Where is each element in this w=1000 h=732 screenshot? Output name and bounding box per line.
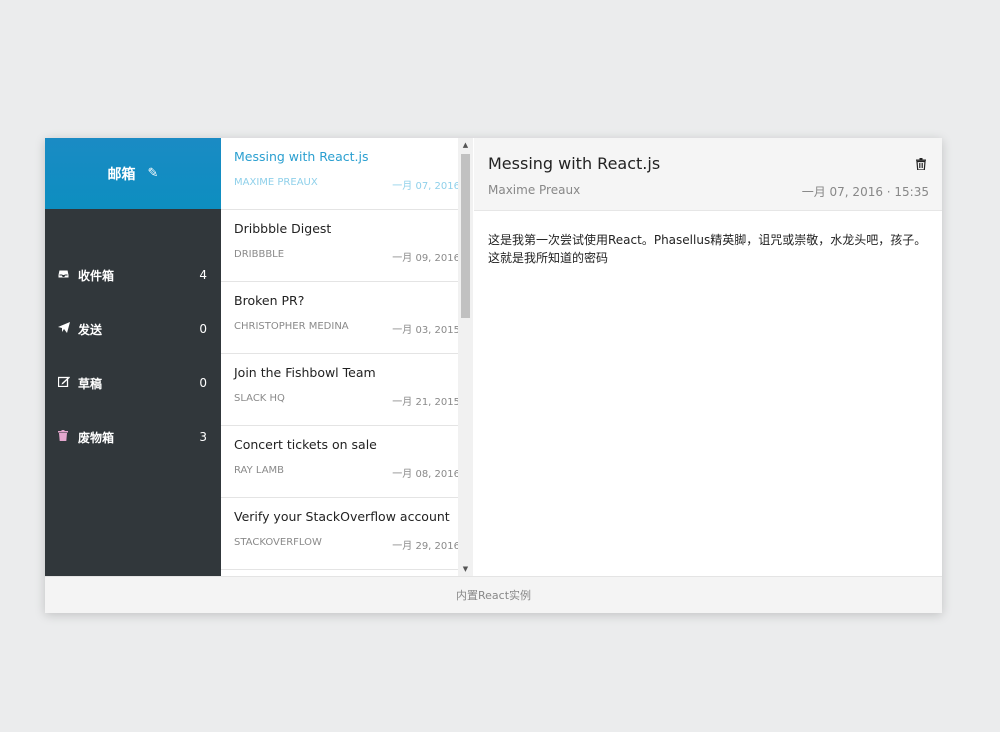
sidebar-item-sent[interactable]: 发送 0 xyxy=(45,302,221,356)
inbox-icon xyxy=(57,268,78,282)
message-list: Messing with React.js Maxime Preaux 一月 0… xyxy=(221,138,473,576)
sidebar-item-label: 草稿 xyxy=(78,376,103,391)
list-item[interactable]: Concert tickets on sale Ray Lamb 一月 08, … xyxy=(221,426,472,498)
sidebar-item-count: 4 xyxy=(199,268,207,282)
sidebar-item-trash[interactable]: 废物箱 3 xyxy=(45,410,221,464)
draft-icon xyxy=(57,376,78,390)
sidebar-item-label: 发送 xyxy=(78,322,103,337)
sidebar-title: 邮箱 xyxy=(107,166,136,183)
reader-sender: Maxime Preaux xyxy=(488,183,581,197)
pencil-icon: ✎ xyxy=(147,166,159,181)
sidebar-item-drafts[interactable]: 草稿 0 xyxy=(45,356,221,410)
message-sender: Dribbble xyxy=(234,249,285,260)
reader-body: 这是我第一次尝试使用React。Phasellus精英脚，诅咒或崇敬，水龙头吧，… xyxy=(488,233,927,265)
scrollbar-thumb[interactable] xyxy=(461,154,470,318)
message-sender: StackOverflow xyxy=(234,537,322,548)
list-item[interactable]: Broken PR? Christopher Medina 一月 03, 201… xyxy=(221,282,472,354)
message-date: 一月 08, 2016 xyxy=(392,469,460,480)
sidebar-item-inbox[interactable]: 收件箱 4 xyxy=(45,248,221,302)
send-icon xyxy=(58,322,78,336)
scroll-up-icon[interactable]: ▲ xyxy=(458,138,473,152)
message-subject: Join the Fishbowl Team xyxy=(234,365,376,380)
mail-app: 邮箱 ✎ 收件箱 4 发送 0 草稿 0 废物箱 3 Messing with … xyxy=(45,138,942,613)
sidebar-item-label: 收件箱 xyxy=(78,268,115,283)
sidebar-item-count: 3 xyxy=(199,430,207,444)
list-scrollbar[interactable]: ▲ ▼ xyxy=(458,138,473,576)
trash-icon[interactable] xyxy=(916,158,926,173)
message-sender: Ray Lamb xyxy=(234,465,285,476)
message-subject: Messing with React.js xyxy=(234,149,369,164)
message-subject: Concert tickets on sale xyxy=(234,437,377,452)
trash-icon xyxy=(58,430,78,444)
message-date: 一月 21, 2015 xyxy=(392,397,460,408)
compose-button[interactable]: 邮箱 ✎ xyxy=(45,138,221,209)
list-item[interactable]: Messing with React.js Maxime Preaux 一月 0… xyxy=(221,138,472,210)
list-item[interactable]: Dribbble Digest Dribbble 一月 09, 2016 xyxy=(221,210,472,282)
reader-datetime: 一月 07, 2016 · 15:35 xyxy=(801,185,929,199)
list-item[interactable]: Join the Fishbowl Team Slack HQ 一月 21, 2… xyxy=(221,354,472,426)
message-date: 一月 29, 2016 xyxy=(392,541,460,552)
message-subject: Broken PR? xyxy=(234,293,305,308)
folder-nav: 收件箱 4 发送 0 草稿 0 废物箱 3 xyxy=(45,248,221,464)
message-sender: Christopher Medina xyxy=(234,321,349,332)
message-date: 一月 07, 2016 xyxy=(392,181,460,192)
scroll-down-icon[interactable]: ▼ xyxy=(458,562,473,576)
message-subject: Dribbble Digest xyxy=(234,221,332,236)
footer: 内置React实例 xyxy=(45,576,942,613)
sidebar-item-count: 0 xyxy=(199,376,207,390)
reader-title: Messing with React.js xyxy=(488,154,661,173)
message-date: 一月 03, 2015 xyxy=(392,325,460,336)
message-subject: Verify your StackOverflow account xyxy=(234,509,450,524)
footer-text: 内置React实例 xyxy=(455,589,532,602)
sidebar-item-count: 0 xyxy=(199,322,207,336)
sidebar: 邮箱 ✎ 收件箱 4 发送 0 草稿 0 废物箱 3 xyxy=(45,138,221,576)
reader-header: Messing with React.js Maxime Preaux 一月 0… xyxy=(474,138,942,211)
message-sender: Maxime Preaux xyxy=(234,177,318,188)
reading-pane: Messing with React.js Maxime Preaux 一月 0… xyxy=(474,138,942,576)
message-sender: Slack HQ xyxy=(234,393,285,404)
sidebar-item-label: 废物箱 xyxy=(78,430,115,445)
list-item[interactable]: Verify your StackOverflow account StackO… xyxy=(221,498,472,570)
message-date: 一月 09, 2016 xyxy=(392,253,460,264)
